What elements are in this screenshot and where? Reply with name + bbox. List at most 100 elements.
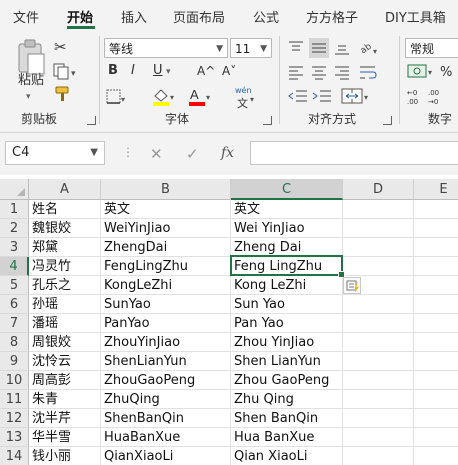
row-header[interactable]: 5 [0, 276, 29, 295]
cell-b[interactable]: SunYao [101, 295, 231, 314]
cell-c[interactable]: Shen LianYun [231, 352, 343, 371]
column-header-a[interactable]: A [29, 179, 101, 200]
tab-page-layout[interactable]: 页面布局 [173, 7, 225, 26]
cell-e[interactable] [414, 352, 458, 371]
enter-icon[interactable]: ✓ [186, 145, 199, 163]
paste-icon[interactable] [16, 38, 46, 76]
cell-a[interactable]: 郑黛 [29, 238, 101, 257]
cell-e[interactable] [414, 257, 458, 276]
cell-d[interactable] [343, 219, 414, 238]
tab-diy-toolbox[interactable]: DIY工具箱 [385, 7, 446, 26]
align-bottom-icon[interactable] [333, 40, 351, 56]
cell-e[interactable] [414, 314, 458, 333]
align-center-icon[interactable] [310, 64, 328, 80]
insert-function-icon[interactable]: fx [221, 145, 234, 161]
cell-a[interactable]: 华半雪 [29, 428, 101, 447]
row-header[interactable]: 11 [0, 390, 29, 409]
align-middle-icon[interactable] [309, 38, 329, 58]
cell-e[interactable] [414, 428, 458, 447]
cell-a[interactable]: 沈怜云 [29, 352, 101, 371]
wrap-text-icon[interactable] [358, 64, 378, 80]
cell-d[interactable] [343, 295, 414, 314]
row-header[interactable]: 6 [0, 295, 29, 314]
paste-button-label[interactable]: 粘贴 [16, 72, 46, 90]
cell-c[interactable]: Zhou YinJiao [231, 333, 343, 352]
cell-a[interactable]: 孔乐之 [29, 276, 101, 295]
cell-b[interactable]: PanYao [101, 314, 231, 333]
cell-c[interactable]: Pan Yao [231, 314, 343, 333]
cell-a[interactable]: 周银姣 [29, 333, 101, 352]
cell-c[interactable]: Wei YinJiao [231, 219, 343, 238]
alignment-launcher-icon[interactable] [383, 116, 392, 125]
font-color-icon[interactable]: A ▾ [187, 86, 213, 106]
number-format-select[interactable]: 常规 [405, 38, 458, 58]
cell-c[interactable]: Zhu Qing [231, 390, 343, 409]
cell-d[interactable] [343, 238, 414, 257]
decimal-places-icon[interactable]: ←0.00 .00→0 [406, 86, 458, 106]
cell-b[interactable]: ShenBanQin [101, 409, 231, 428]
formula-input[interactable] [250, 141, 458, 165]
formula-bar-dots[interactable]: ⋮ [122, 145, 134, 159]
cell-e[interactable] [414, 219, 458, 238]
cell-a[interactable]: 朱青 [29, 390, 101, 409]
borders-icon[interactable]: ▾ [105, 88, 127, 106]
clipboard-launcher-icon[interactable] [87, 116, 96, 125]
cell-c[interactable]: Qian XiaoLi [231, 447, 343, 465]
cell-b[interactable]: ZhengDai [101, 238, 231, 257]
row-header[interactable]: 10 [0, 371, 29, 390]
cell-c[interactable]: Zhou GaoPeng [231, 371, 343, 390]
row-header[interactable]: 9 [0, 352, 29, 371]
italic-button[interactable]: I [131, 62, 135, 80]
copy-icon[interactable]: ▾ [53, 63, 79, 81]
cell-b[interactable]: FengLingZhu [101, 257, 231, 276]
cell-c[interactable]: Sun Yao [231, 295, 343, 314]
shrink-font-button[interactable]: A˅ [222, 62, 236, 80]
decrease-indent-icon[interactable] [287, 88, 309, 104]
row-header[interactable]: 13 [0, 428, 29, 447]
cell-a[interactable]: 周高彭 [29, 371, 101, 390]
cell-b[interactable]: HuaBanXue [101, 428, 231, 447]
cell-e[interactable] [414, 371, 458, 390]
cell-e[interactable] [414, 409, 458, 428]
row-header[interactable]: 12 [0, 409, 29, 428]
font-launcher-icon[interactable] [263, 116, 272, 125]
column-header-c[interactable]: C [231, 179, 343, 200]
cell-e[interactable] [414, 295, 458, 314]
cell-c[interactable]: Hua BanXue [231, 428, 343, 447]
cell-e[interactable] [414, 200, 458, 219]
cell-b[interactable]: ZhuQing [101, 390, 231, 409]
cell-e[interactable] [414, 447, 458, 465]
paste-dropdown-icon[interactable]: ▾ [26, 88, 31, 106]
cell-a[interactable]: 姓名 [29, 200, 101, 219]
cell-b[interactable]: ZhouYinJiao [101, 333, 231, 352]
align-right-icon[interactable] [333, 64, 351, 80]
orientation-icon[interactable]: ab ▾ [358, 38, 380, 58]
grow-font-button[interactable]: A^ [197, 62, 215, 80]
cell-d[interactable] [343, 352, 414, 371]
font-size-select[interactable]: 11 ▼ [230, 38, 272, 58]
font-name-select[interactable]: 等线 ▼ [104, 38, 228, 58]
cell-c[interactable]: Kong LeZhi [231, 276, 343, 295]
select-all-corner[interactable] [0, 179, 29, 200]
cell-d[interactable] [343, 314, 414, 333]
cut-icon[interactable]: ✂ [54, 38, 67, 56]
cell-a[interactable]: 孙瑶 [29, 295, 101, 314]
cell-c[interactable]: 英文 [231, 200, 343, 219]
cell-e[interactable] [414, 276, 458, 295]
cell-a[interactable]: 沈半芹 [29, 409, 101, 428]
cell-c[interactable]: Shen BanQin [231, 409, 343, 428]
cell-d[interactable] [343, 409, 414, 428]
currency-format-icon[interactable]: ▾ % [406, 62, 458, 80]
underline-dropdown-icon[interactable]: ▾ [166, 63, 171, 81]
cell-b[interactable]: ShenLianYun [101, 352, 231, 371]
row-header[interactable]: 14 [0, 447, 29, 465]
increase-indent-icon[interactable] [311, 88, 333, 104]
fill-color-icon[interactable]: ▾ [151, 86, 177, 106]
column-header-d[interactable]: D [343, 179, 414, 200]
align-left-icon[interactable] [287, 64, 305, 80]
flash-fill-options-button[interactable] [343, 277, 361, 294]
cell-d[interactable] [343, 257, 414, 276]
column-header-e[interactable]: E [414, 179, 458, 200]
row-header[interactable]: 1 [0, 200, 29, 219]
phonetic-guide-button[interactable]: wén 文 ▾ [233, 86, 257, 110]
